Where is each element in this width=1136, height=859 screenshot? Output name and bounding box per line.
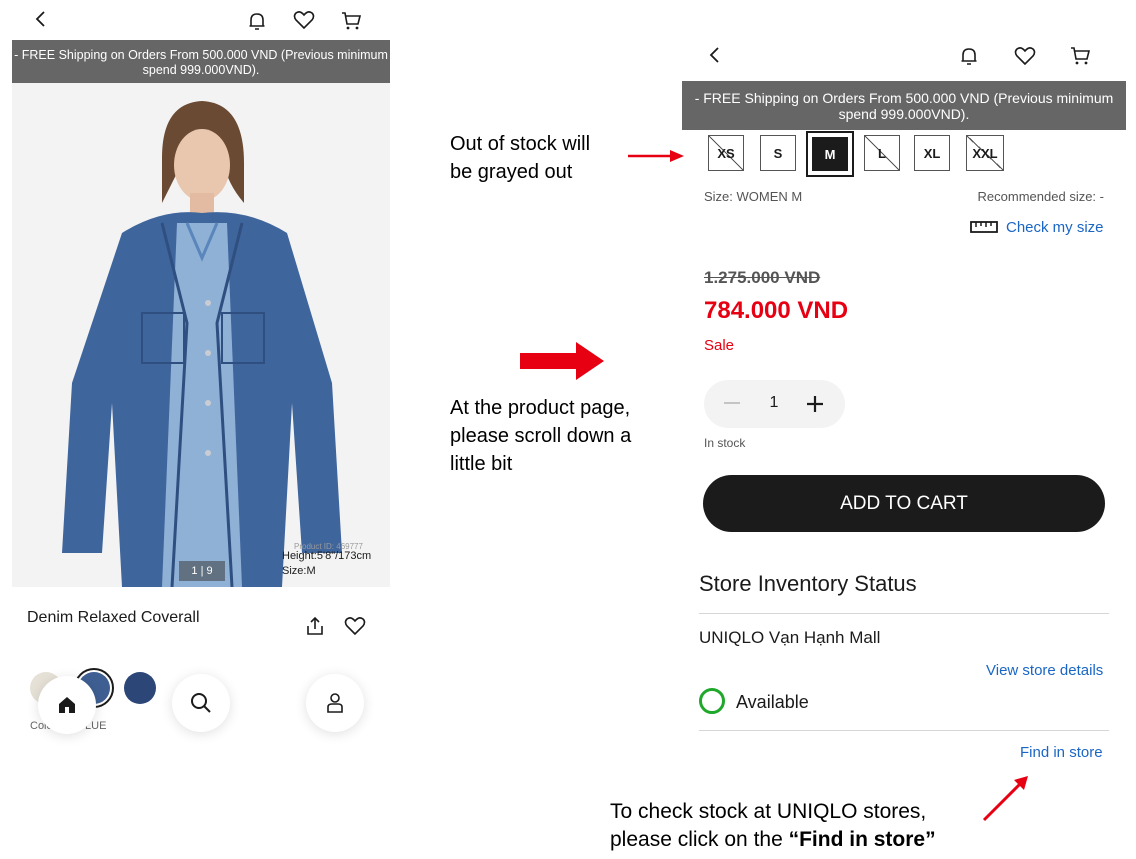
shipping-banner-text: - FREE Shipping on Orders From 500.000 V… [14,48,388,77]
size-label: L [878,145,886,161]
size-m-selected[interactable]: M [806,131,854,177]
model-height-text: Height:5'8"/173cm [282,550,372,562]
annotation-text: At the product page, [450,397,631,419]
size-label: S [773,145,783,161]
size-s[interactable]: S [760,135,796,171]
favorite-icon[interactable] [344,616,366,636]
annotation-text: Out of stock will [450,133,591,155]
annotation-find-in-store: To check stock at UNIQLO stores, please … [610,798,970,854]
cart-icon[interactable] [1069,45,1091,67]
bell-icon[interactable] [246,10,268,32]
find-in-store-link[interactable]: Find in store [1020,744,1103,761]
big-red-arrow-icon [518,340,606,382]
share-icon[interactable] [305,616,325,636]
sale-label: Sale [704,337,735,354]
size-xxl: XXL [966,135,1004,171]
annotation-scroll: At the product page, please scroll down … [450,394,631,478]
original-price: 1.275.000 VND [704,268,821,287]
size-label: XXL [972,145,998,161]
selected-size-text: Size: WOMEN M [704,189,803,204]
recommended-size-text: Recommended size: - [977,189,1104,204]
annotation-text: please click on the [610,828,789,851]
availability-text: Available [736,692,809,712]
annotation-text: please scroll down a [450,425,632,447]
plus-icon [807,396,823,412]
color-swatch-navy[interactable] [124,672,156,704]
heart-icon[interactable] [293,10,315,30]
stock-status: In stock [704,436,746,450]
search-icon [191,693,211,713]
nav-search-button[interactable] [172,674,230,732]
quantity-stepper[interactable]: 1 [704,380,845,428]
size-label: XS [717,145,735,161]
annotation-text: To check stock at UNIQLO stores, [610,800,927,823]
nav-home-button[interactable] [38,676,96,734]
bell-icon[interactable] [958,45,980,67]
sale-price: 784.000 VND [704,297,849,324]
shipping-banner: - FREE Shipping on Orders From 500.000 V… [12,40,390,83]
view-store-details-link[interactable]: View store details [986,662,1103,679]
back-icon[interactable] [32,10,50,28]
red-arrow-icon [626,146,688,166]
increase-button[interactable] [806,395,824,413]
shipping-banner: - FREE Shipping on Orders From 500.000 V… [682,81,1126,130]
red-arrow-icon [980,772,1032,824]
quantity-value[interactable]: 1 [764,394,784,412]
cart-icon[interactable] [340,10,362,32]
add-to-cart-label: ADD TO CART [840,492,968,514]
annotation-out-of-stock: Out of stock will be grayed out [450,130,590,186]
size-xl[interactable]: XL [914,135,950,171]
annotation-text: little bit [450,453,513,475]
annotation-bold-text: “Find in store” [788,828,936,851]
available-circle-icon [699,688,725,714]
inventory-title: Store Inventory Status [699,571,917,596]
store-name: UNIQLO Vạn Hạnh Mall [699,628,881,647]
decrease-button[interactable] [724,402,740,404]
divider [699,730,1109,731]
divider [699,613,1109,614]
product-name: Denim Relaxed Coverall [27,609,200,626]
size-l: L [864,135,900,171]
model-size-text: Size:M [282,565,316,577]
image-pagination: 1 | 9 [179,561,225,581]
home-icon [59,697,75,713]
product-image[interactable] [12,83,390,587]
user-icon [327,693,343,713]
annotation-text: be grayed out [450,161,573,183]
image-pagination-text: 1 | 9 [191,565,213,577]
size-label: XL [923,145,941,161]
size-label: M [824,146,836,162]
heart-icon[interactable] [1014,46,1036,66]
shipping-banner-text: - FREE Shipping on Orders From 500.000 V… [694,90,1114,122]
size-xs: XS [708,135,744,171]
ruler-icon[interactable] [970,221,998,235]
add-to-cart-button[interactable]: ADD TO CART [703,475,1105,532]
nav-account-button[interactable] [306,674,364,732]
back-icon[interactable] [706,46,724,64]
check-my-size-link[interactable]: Check my size [1006,219,1104,236]
